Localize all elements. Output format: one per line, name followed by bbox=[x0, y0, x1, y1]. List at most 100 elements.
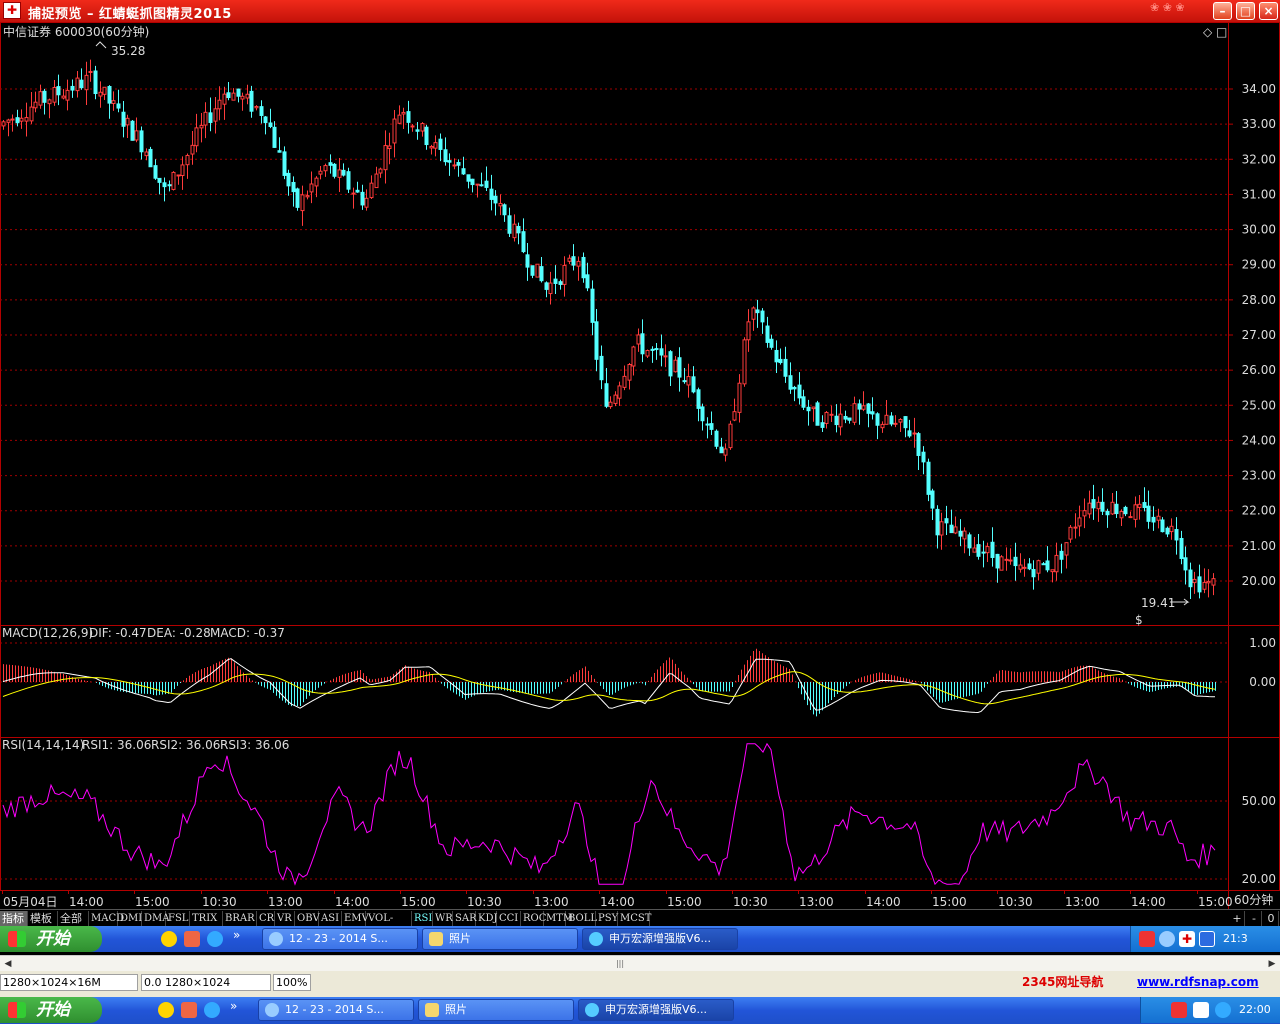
start-button-bottom[interactable]: 开始 bbox=[0, 997, 102, 1023]
scroll-thumb[interactable]: ||| bbox=[608, 959, 632, 969]
quicklaunch-smiley-icon[interactable] bbox=[158, 1002, 174, 1018]
app-tray-icon[interactable]: ✚ bbox=[1179, 931, 1195, 947]
tab-trix[interactable]: TRIX bbox=[190, 911, 223, 926]
candle-body bbox=[139, 130, 144, 153]
task-button-1[interactable]: 12 - 23 - 2014 S... bbox=[262, 928, 418, 950]
tab-obv[interactable]: OBV bbox=[295, 911, 320, 926]
chart-canvas[interactable]: 34.00 33.00 32.00 31.00 30.00 29.00 28.00 27.00… bbox=[0, 22, 1280, 909]
task-button-2[interactable]: 照片 bbox=[422, 928, 578, 950]
candle-body bbox=[383, 145, 388, 171]
candle-body bbox=[866, 403, 871, 414]
candle-body bbox=[10, 118, 15, 121]
candle-body bbox=[125, 117, 130, 126]
tab-dma[interactable]: DMA bbox=[142, 911, 169, 926]
tab-vol-tdx[interactable]: VOL-TDX bbox=[366, 911, 412, 939]
tab-wr[interactable]: WR bbox=[433, 911, 453, 926]
quicklaunch-browser-icon[interactable] bbox=[207, 931, 223, 947]
price-tick-label: 24.00 bbox=[1242, 433, 1276, 447]
tab-sar[interactable]: SAR bbox=[453, 911, 477, 926]
scroll-left-icon[interactable]: ◀ bbox=[1, 957, 15, 971]
tab-control-zero[interactable]: 0 bbox=[1264, 911, 1279, 926]
tray-app-icon[interactable] bbox=[1193, 1002, 1209, 1018]
candle-body bbox=[47, 99, 52, 105]
tab-mcst[interactable]: MCST bbox=[618, 911, 651, 926]
rsi-tick-label: 20.00 bbox=[1242, 872, 1276, 886]
quicklaunch-more-icon[interactable]: » bbox=[230, 999, 237, 1013]
candle-body bbox=[861, 405, 866, 410]
tab-psy[interactable]: PSY bbox=[596, 911, 618, 926]
candle-body bbox=[461, 168, 466, 175]
tab-dmi[interactable]: DMI bbox=[118, 911, 142, 926]
minimize-button[interactable]: – bbox=[1213, 2, 1232, 20]
tab-fsl[interactable]: FSL bbox=[166, 911, 190, 926]
close-button[interactable]: × bbox=[1259, 2, 1278, 20]
tab-brar[interactable]: BRAR bbox=[223, 911, 257, 926]
candle-body bbox=[429, 146, 434, 149]
candle-body bbox=[783, 358, 788, 377]
task-button-2-bottom[interactable]: 照片 bbox=[418, 999, 574, 1021]
candle-body bbox=[1146, 505, 1151, 522]
link-rdfsnap[interactable]: www.rdfsnap.com bbox=[1137, 974, 1259, 991]
start-button[interactable]: 开始 bbox=[0, 926, 102, 952]
quicklaunch-more-icon[interactable]: » bbox=[233, 928, 240, 942]
sogou-icon[interactable] bbox=[1139, 931, 1155, 947]
tab-macd[interactable]: MACD bbox=[89, 911, 124, 926]
tab-模板[interactable]: 模板 bbox=[28, 911, 58, 926]
horizontal-scrollbar[interactable]: ◀ ||| ▶ bbox=[0, 955, 1280, 971]
candle-body bbox=[1064, 542, 1069, 556]
candle-body bbox=[654, 348, 659, 351]
candle-body bbox=[516, 225, 521, 234]
tab-kdj[interactable]: KDJ bbox=[476, 911, 498, 926]
candle-body bbox=[1018, 564, 1023, 570]
tab-mtm[interactable]: MTM bbox=[544, 911, 573, 926]
taskbar-top: 开始 » 12 - 23 - 2014 S... 照片 申万宏源增强版V6...… bbox=[0, 926, 1280, 952]
candle-body bbox=[65, 89, 70, 101]
quicklaunch-smiley-icon[interactable] bbox=[161, 931, 177, 947]
network-icon[interactable] bbox=[1215, 1002, 1231, 1018]
tab-rsi[interactable]: RSI bbox=[412, 911, 433, 926]
tab-全部[interactable]: 全部 bbox=[58, 911, 89, 926]
candle-body bbox=[617, 385, 622, 399]
task-button-1-bottom[interactable]: 12 - 23 - 2014 S... bbox=[258, 999, 414, 1021]
candle-body bbox=[1, 121, 6, 127]
scroll-right-icon[interactable]: ▶ bbox=[1265, 957, 1279, 971]
shield-icon[interactable] bbox=[1199, 931, 1215, 947]
tab-control-plus[interactable]: + bbox=[1230, 911, 1245, 926]
quicklaunch-media-icon[interactable] bbox=[181, 1002, 197, 1018]
task-button-3-bottom[interactable]: 申万宏源增强版V6... bbox=[578, 999, 734, 1021]
candle-body bbox=[884, 414, 889, 425]
candle-body bbox=[493, 195, 498, 204]
candle-body bbox=[631, 346, 636, 367]
candle-body bbox=[305, 195, 310, 198]
stock-chart[interactable]: 34.00 33.00 32.00 31.00 30.00 29.00 28.00 27.00… bbox=[0, 22, 1280, 909]
candle-body bbox=[167, 184, 172, 187]
tab-vr[interactable]: VR bbox=[275, 911, 295, 926]
quicklaunch-browser-icon[interactable] bbox=[204, 1002, 220, 1018]
title-decoration: ❀ ❀ ❀ bbox=[1150, 1, 1185, 14]
tab-boll[interactable]: BOLL bbox=[566, 911, 597, 926]
tab-control-minus[interactable]: - bbox=[1247, 911, 1262, 926]
task-button-3[interactable]: 申万宏源增强版V6... bbox=[582, 928, 738, 950]
app-icon[interactable]: ✚ bbox=[3, 2, 21, 19]
tab-cci[interactable]: CCI bbox=[497, 911, 521, 926]
period-label: 60分钟 bbox=[1234, 892, 1273, 907]
tray-arrow-icon[interactable] bbox=[1159, 931, 1175, 947]
candle-body bbox=[604, 383, 609, 407]
tab-cr[interactable]: CR bbox=[257, 911, 275, 926]
tab-asi[interactable]: ASI bbox=[319, 911, 342, 926]
sogou-icon[interactable] bbox=[1171, 1002, 1187, 1018]
quicklaunch-media-icon[interactable] bbox=[184, 931, 200, 947]
candle-body bbox=[24, 117, 29, 122]
maximize-button[interactable]: □ bbox=[1236, 2, 1255, 20]
signal-marker: $ bbox=[1135, 613, 1143, 627]
task-label: 12 - 23 - 2014 S... bbox=[289, 932, 388, 945]
candle-body bbox=[502, 204, 507, 216]
tab-roc[interactable]: ROC bbox=[521, 911, 546, 926]
link-2345[interactable]: 2345网址导航 bbox=[1022, 974, 1103, 991]
tab-指标[interactable]: 指标 bbox=[0, 911, 28, 926]
candle-body bbox=[171, 171, 176, 190]
tab-emv[interactable]: EMV bbox=[342, 911, 369, 926]
candle-body bbox=[130, 120, 135, 141]
candle-body bbox=[153, 165, 158, 179]
macd-name: MACD(12,26,9) bbox=[2, 626, 93, 640]
